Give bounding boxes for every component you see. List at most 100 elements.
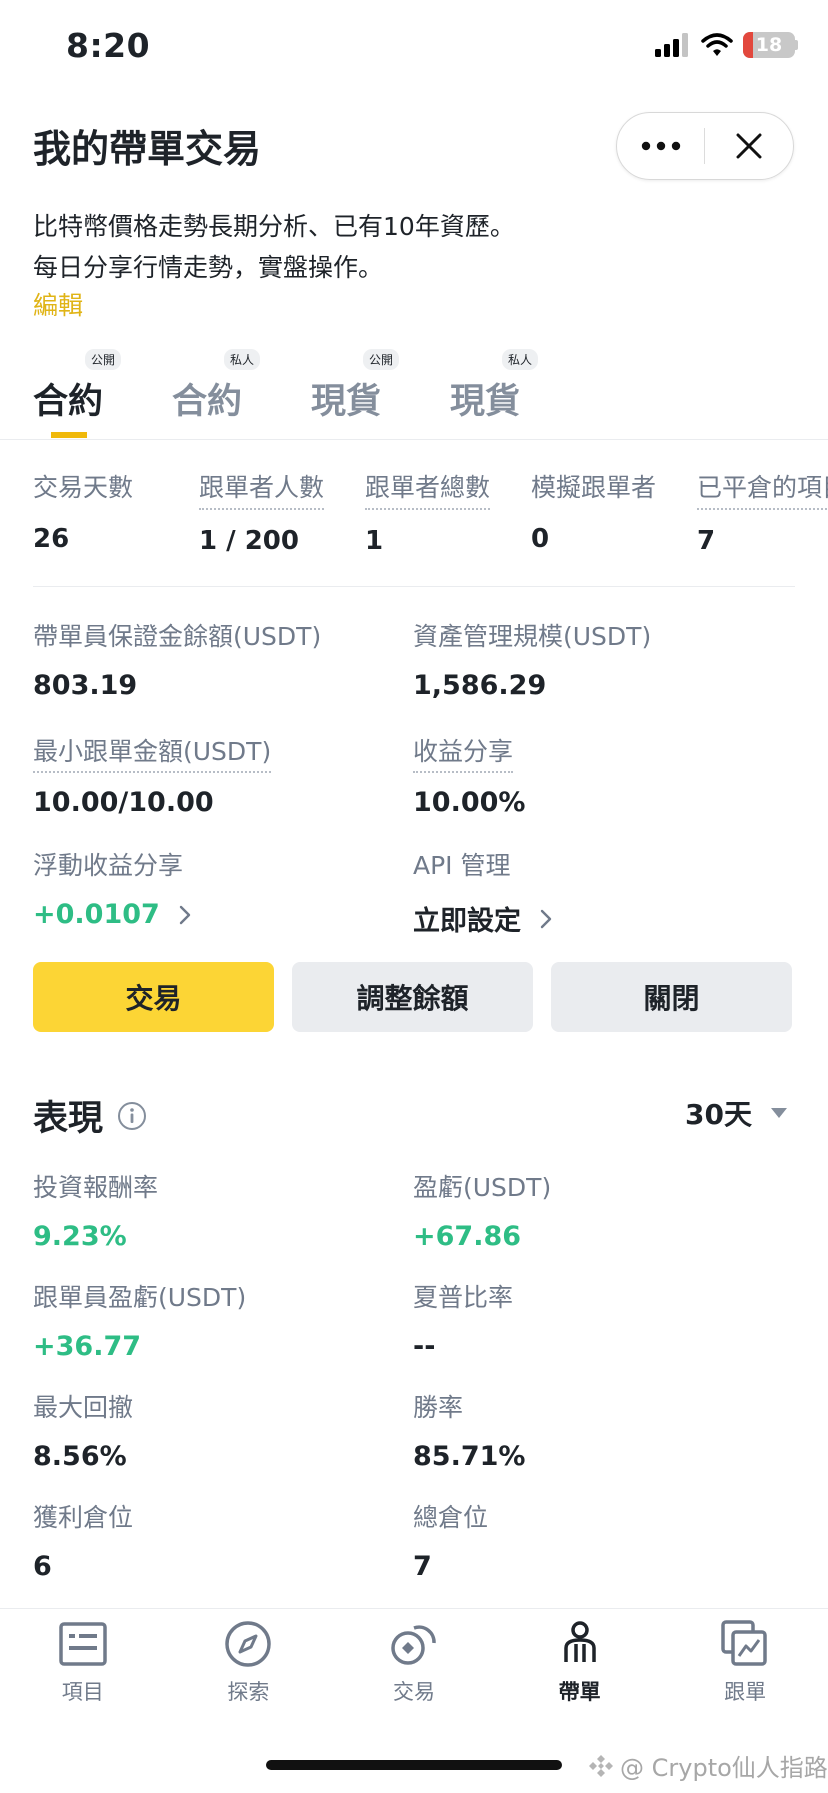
stat-label: 跟單者人數 — [199, 468, 325, 510]
perf-value: 7 — [413, 1551, 432, 1582]
api-label: API 管理 — [413, 851, 511, 880]
tab-futures-public[interactable]: 公開 合約 — [33, 349, 172, 438]
nav-label: 帶單 — [558, 1680, 601, 1704]
tab-badge: 公開 — [85, 349, 122, 370]
trader-description: 比特幣價格走勢長期分析、已有10年資歷。 每日分享行情走勢，實盤操作。 — [33, 206, 515, 288]
stat-value: 1 / 200 — [199, 526, 299, 556]
floating-share-label: 浮動收益分享 — [33, 851, 184, 880]
caret-down-icon — [771, 1108, 787, 1118]
battery-icon: 18 — [743, 32, 798, 58]
signal-icon — [655, 33, 688, 57]
battery-level: 18 — [755, 34, 783, 56]
stat-value: 7 — [697, 526, 716, 556]
floating-share-value: +0.0107 — [33, 899, 160, 930]
api-setup-value: 立即設定 — [413, 906, 521, 937]
api-management[interactable]: API 管理 立即設定 — [413, 846, 557, 938]
stat-value: 1 — [365, 526, 384, 556]
aum: 資產管理規模(USDT) 1,586.29 — [413, 617, 651, 701]
edit-link[interactable]: 編輯 — [33, 286, 83, 322]
nav-item-lead-trading[interactable]: 帶單 — [497, 1618, 663, 1706]
close-copy-button[interactable]: 關閉 — [551, 962, 792, 1032]
stat-label: 跟單者總數 — [365, 468, 491, 510]
nav-item-copy-trading[interactable]: 跟單 — [662, 1618, 828, 1706]
stat-trading-days: 交易天數 26 — [33, 468, 199, 556]
watermark: @ Crypto仙人指路 — [588, 1748, 828, 1783]
stat-total-copiers[interactable]: 跟單者總數 1 — [365, 468, 531, 556]
perf-label: 總倉位 — [413, 1503, 489, 1532]
tab-label: 合約 — [33, 382, 104, 422]
mini-program-capsule — [616, 112, 794, 180]
margin-balance: 帶單員保證金餘額(USDT) 803.19 — [33, 617, 321, 701]
watermark-text: @ Crypto仙人指路 — [620, 1754, 828, 1782]
description-line-2: 每日分享行情走勢，實盤操作。 — [33, 253, 384, 282]
aum-label: 資產管理規模(USDT) — [413, 622, 652, 651]
floating-share-row[interactable]: +0.0107 — [33, 899, 196, 930]
tab-badge: 私人 — [224, 349, 261, 370]
perf-value: 8.56% — [33, 1441, 127, 1472]
tab-active-indicator — [51, 432, 87, 438]
margin-balance-value: 803.19 — [33, 670, 138, 701]
more-button[interactable] — [617, 113, 704, 179]
min-copy-label: 最小跟單金額(USDT) — [33, 732, 272, 773]
perf-label: 勝率 — [413, 1393, 464, 1422]
stat-copiers[interactable]: 跟單者人數 1 / 200 — [199, 468, 365, 556]
perf-roi: 投資報酬率 9.23% — [33, 1168, 158, 1252]
info-icon[interactable] — [117, 1101, 147, 1131]
tabs-divider — [0, 439, 828, 440]
close-icon — [736, 133, 761, 159]
profit-share-value: 10.00% — [413, 787, 526, 818]
nav-label: 交易 — [392, 1680, 435, 1704]
tab-futures-private[interactable]: 私人 合約 — [172, 349, 311, 430]
nav-item-explore[interactable]: 探索 — [166, 1618, 332, 1706]
perf-value: 85.71% — [413, 1441, 526, 1472]
perf-value: +67.86 — [413, 1221, 522, 1252]
perf-label: 獲利倉位 — [33, 1503, 134, 1532]
chevron-right-icon — [540, 909, 552, 928]
tab-spot-private[interactable]: 私人 現貨 — [450, 349, 589, 430]
nav-item-projects[interactable]: 項目 — [0, 1618, 166, 1706]
tab-spot-public[interactable]: 公開 現貨 — [311, 349, 450, 430]
perf-value: 9.23% — [33, 1221, 127, 1252]
min-copy-amount[interactable]: 最小跟單金額(USDT) 10.00/10.00 — [33, 732, 272, 818]
perf-label: 夏普比率 — [413, 1283, 514, 1312]
perf-label: 跟單員盈虧(USDT) — [33, 1283, 247, 1312]
bottom-nav-divider — [0, 1608, 828, 1609]
floating-profit-share[interactable]: 浮動收益分享 +0.0107 — [33, 846, 196, 930]
stat-label: 已平倉的項目 — [697, 468, 828, 510]
nav-label: 探索 — [227, 1680, 270, 1704]
stat-label: 模擬跟單者 — [531, 473, 657, 502]
perf-win-rate: 勝率 85.71% — [413, 1388, 525, 1472]
perf-total-positions: 總倉位 7 — [413, 1498, 488, 1582]
stat-mock-copiers: 模擬跟單者 0 — [531, 468, 697, 556]
tab-badge: 私人 — [502, 349, 539, 370]
perf-winning-positions: 獲利倉位 6 — [33, 1498, 133, 1582]
binance-logo-icon — [589, 1754, 613, 1777]
trade-button[interactable]: 交易 — [33, 962, 274, 1032]
perf-label: 最大回撤 — [33, 1393, 134, 1422]
close-button[interactable] — [705, 113, 792, 179]
stat-label: 交易天數 — [33, 473, 134, 502]
tab-label: 現貨 — [311, 382, 382, 422]
profit-share-label: 收益分享 — [413, 732, 514, 773]
profit-share[interactable]: 收益分享 10.00% — [413, 732, 525, 818]
tab-badge: 公開 — [363, 349, 400, 370]
adjust-balance-button[interactable]: 調整餘額 — [292, 962, 533, 1032]
list-icon — [59, 1622, 107, 1666]
tab-label: 現貨 — [450, 382, 521, 422]
performance-header: 表現 — [33, 1090, 147, 1141]
perf-value: +36.77 — [33, 1331, 142, 1362]
period-value: 30天 — [685, 1098, 752, 1131]
stats-divider — [33, 586, 795, 587]
aum-value: 1,586.29 — [413, 670, 547, 701]
trade-icon — [391, 1625, 436, 1665]
page-title: 我的帶單交易 — [33, 127, 262, 171]
chevron-right-icon — [179, 905, 191, 924]
nav-label: 項目 — [61, 1680, 104, 1704]
stat-closed-positions[interactable]: 已平倉的項目 7 — [697, 468, 828, 556]
perf-value: -- — [413, 1331, 436, 1362]
nav-item-trade[interactable]: 交易 — [331, 1618, 497, 1706]
status-icons: 18 — [655, 32, 798, 58]
period-selector[interactable]: 30天 — [685, 1093, 788, 1133]
perf-copier-pnl: 跟單員盈虧(USDT) +36.77 — [33, 1278, 246, 1362]
api-setup-row[interactable]: 立即設定 — [413, 899, 557, 938]
